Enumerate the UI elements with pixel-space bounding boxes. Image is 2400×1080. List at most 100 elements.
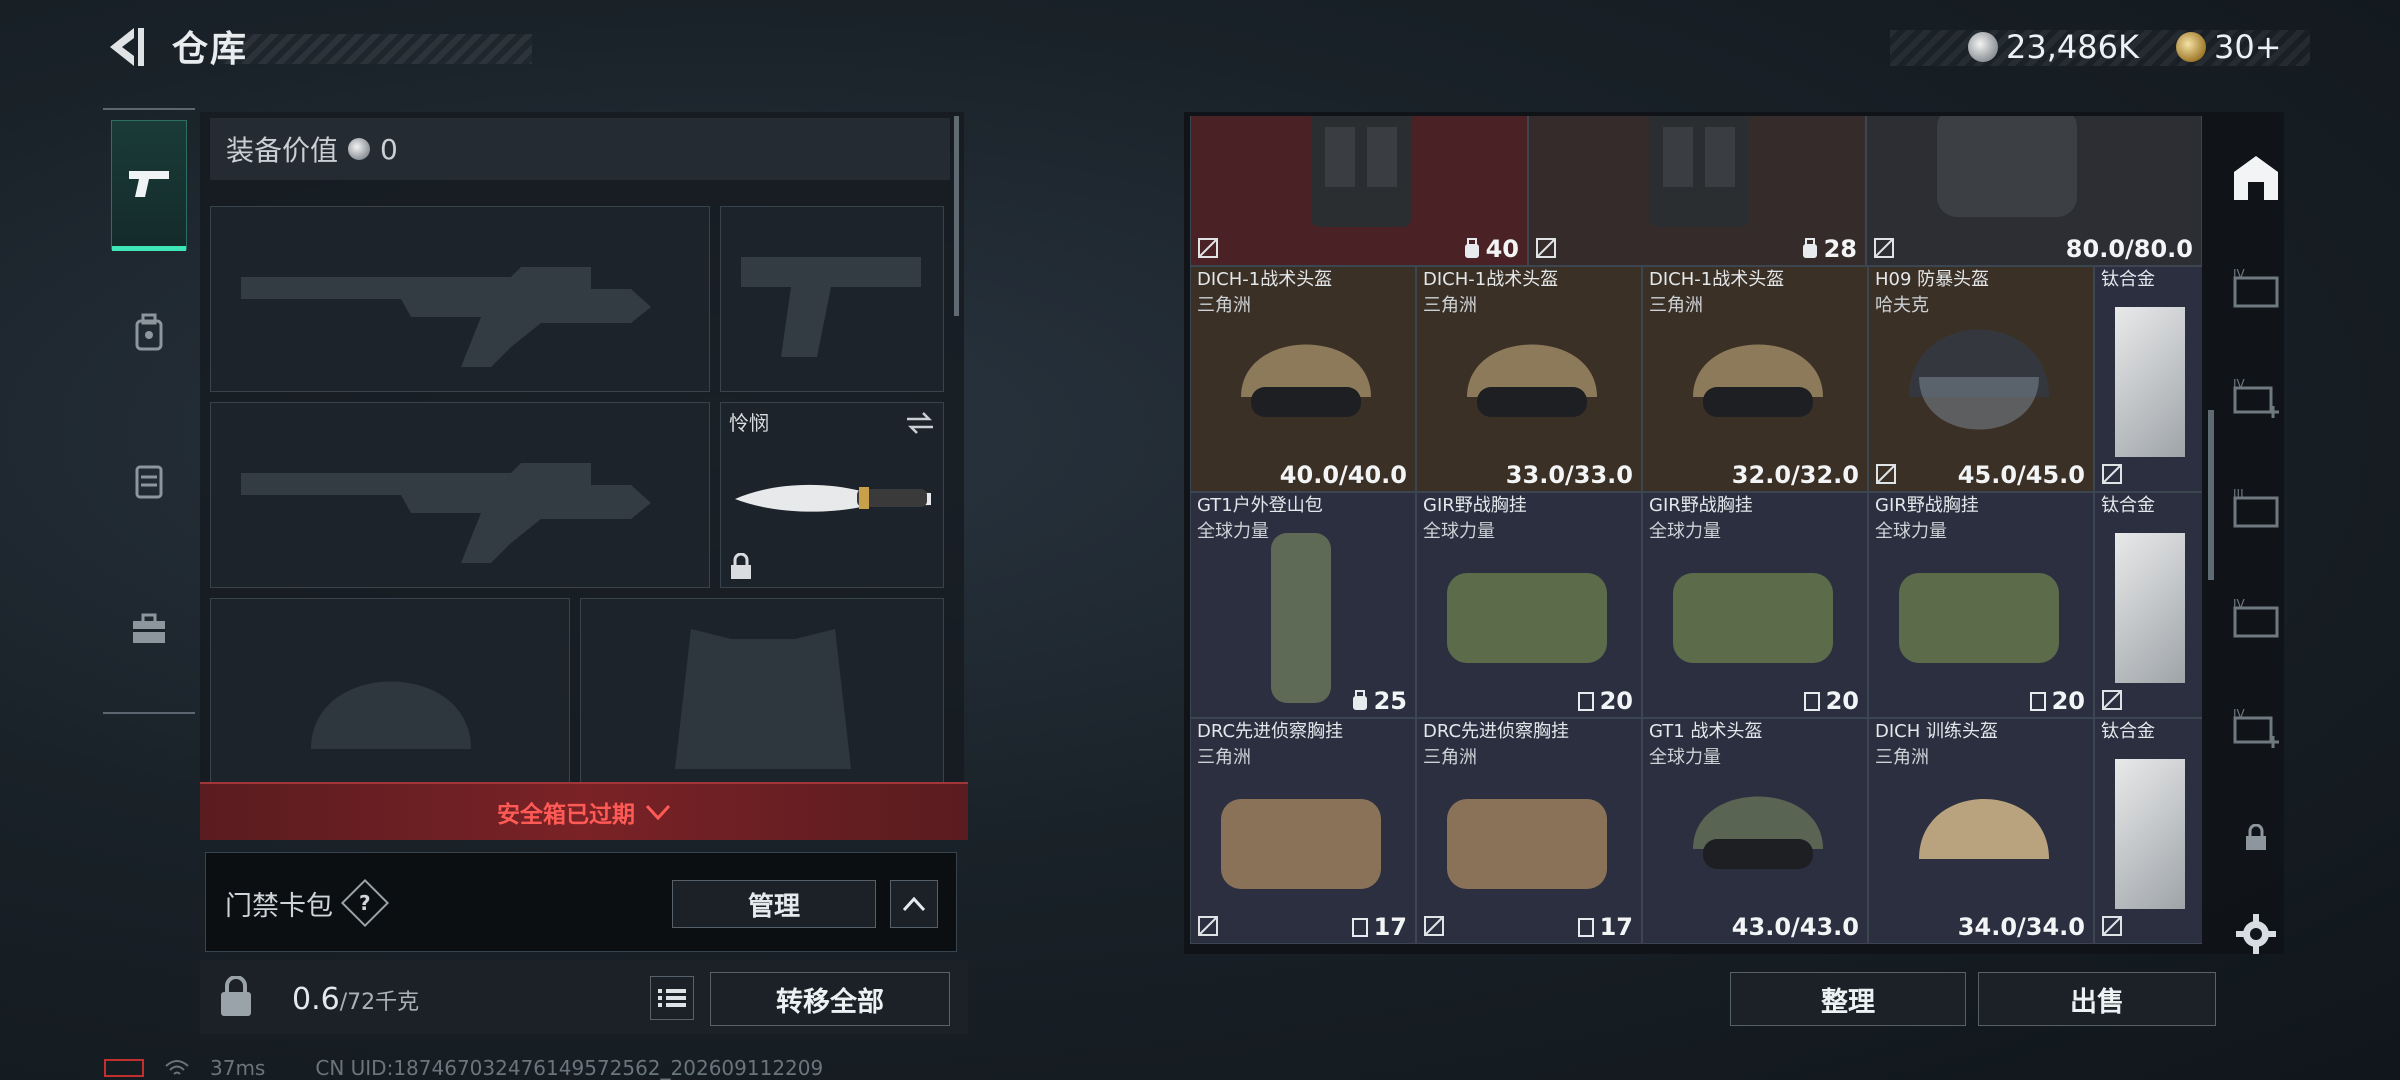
rail-vest-tab[interactable] — [111, 416, 187, 546]
item-value: 20 — [1576, 687, 1633, 715]
rail-folder-iv-1[interactable]: IV — [2228, 260, 2284, 316]
item-value: 80.0/80.0 — [2065, 235, 2193, 263]
storage-item[interactable]: H09 防暴头盔 哈夫克 45.0/45.0 — [1868, 266, 2094, 492]
rifle-silhouette-icon — [241, 463, 651, 563]
storage-item[interactable]: 钛合金 — [2094, 718, 2202, 944]
vest-icon — [135, 465, 163, 499]
equipment-scrollbar[interactable] — [954, 116, 959, 316]
ping-readout: 37ms — [210, 1056, 266, 1080]
folder-icon: IV — [2233, 598, 2279, 638]
vest-item-icon — [1649, 116, 1749, 227]
item-value: 17 — [1350, 913, 1407, 941]
item-value: 45.0/45.0 — [1957, 461, 2085, 489]
storage-item[interactable]: DICH-1战术头盔 三角洲 32.0/32.0 — [1642, 266, 1868, 492]
vest-capacity-icon — [2029, 692, 2046, 711]
secondary-weapon-slot[interactable] — [210, 402, 710, 588]
no-insure-icon — [1874, 238, 1894, 258]
helmet-item-icon — [1467, 344, 1597, 417]
armor-slot[interactable] — [580, 598, 944, 784]
list-icon — [658, 989, 686, 1007]
silver-currency[interactable]: 23,486K — [1968, 28, 2139, 66]
rig-item-icon — [1673, 573, 1833, 663]
safebox-expired-text: 安全箱已过期 — [497, 802, 635, 828]
helmet-item-icon — [1241, 344, 1371, 417]
manage-button[interactable]: 管理 — [672, 880, 876, 928]
melee-name: 怜悯 — [729, 411, 769, 435]
swap-icon[interactable] — [905, 411, 935, 435]
svg-text:IV: IV — [2233, 708, 2246, 721]
item-value: 28 — [1800, 235, 1857, 263]
storage-item[interactable]: 钛合金 — [2094, 492, 2202, 718]
rail-folder-iii[interactable]: III — [2228, 480, 2284, 536]
storage-item[interactable]: 80.0/80.0 — [1866, 116, 2202, 266]
status-bar: 37ms CN UID:187467032476149572562_202609… — [104, 1056, 823, 1080]
rail-weapons-tab[interactable] — [111, 120, 187, 251]
storage-item[interactable]: GT1 战术头盔 全球力量 43.0/43.0 — [1642, 718, 1868, 944]
storage-item[interactable]: GIR野战胸挂 全球力量 20 — [1868, 492, 2094, 718]
sell-button[interactable]: 出售 — [1978, 972, 2216, 1026]
rail-all-storage[interactable] — [2228, 150, 2284, 206]
rail-case-tab[interactable] — [111, 564, 187, 694]
item-value: 20 — [1802, 687, 1859, 715]
wifi-icon — [165, 1060, 189, 1075]
sidearm-slot[interactable] — [720, 206, 944, 392]
rig-item-icon — [1447, 799, 1607, 889]
backpack-capacity-icon — [1352, 690, 1367, 710]
chevron-down-icon — [645, 804, 671, 821]
storage-rail: IV IV III IV IV — [2218, 130, 2294, 970]
primary-weapon-slot[interactable] — [210, 206, 710, 392]
titanium-plate-icon — [2115, 307, 2185, 457]
keycard-pack-label: 门禁卡包 — [225, 891, 333, 922]
gold-coin-icon — [2176, 32, 2206, 62]
folder-add-icon: IV — [2233, 378, 2279, 418]
backpack-capacity-icon — [1464, 238, 1479, 258]
svg-text:IV: IV — [2233, 268, 2246, 281]
storage-scrollbar[interactable] — [2208, 410, 2214, 580]
gold-amount: 30+ — [2214, 28, 2282, 66]
storage-item[interactable]: DRC先进侦察胸挂 三角洲 17 — [1416, 718, 1642, 944]
rail-lock[interactable] — [2228, 810, 2284, 866]
no-insure-icon — [2102, 464, 2122, 484]
vest-item-icon — [1311, 116, 1411, 227]
weight-max: /72千克 — [339, 990, 420, 1015]
rail-add-iv-1[interactable]: IV — [2228, 370, 2284, 426]
warehouse-icon — [2234, 156, 2278, 200]
storage-item[interactable]: 28 — [1528, 116, 1866, 266]
storage-item[interactable]: 钛合金 — [2094, 266, 2202, 492]
gold-currency[interactable]: 30+ — [2176, 28, 2282, 66]
transfer-all-button[interactable]: 转移全部 — [710, 972, 950, 1026]
storage-item[interactable]: DICH-1战术头盔 三角洲 33.0/33.0 — [1416, 266, 1642, 492]
helmet-item-icon — [1693, 344, 1823, 417]
back-button[interactable] — [100, 22, 150, 72]
storage-item[interactable]: GT1户外登山包 全球力量 25 — [1190, 492, 1416, 718]
briefcase-icon — [133, 613, 165, 643]
helmet-item-icon — [1693, 796, 1823, 869]
titanium-plate-icon — [2115, 759, 2185, 909]
melee-slot[interactable]: 怜悯 — [720, 402, 944, 588]
storage-item[interactable]: GIR野战胸挂 全球力量 20 — [1416, 492, 1642, 718]
item-value: 34.0/34.0 — [1957, 913, 2085, 941]
storage-item[interactable]: DICH 训练头盔 三角洲 34.0/34.0 — [1868, 718, 2094, 944]
collapse-button[interactable] — [890, 880, 938, 928]
storage-item[interactable]: DICH-1战术头盔 三角洲 40.0/40.0 — [1190, 266, 1416, 492]
settings-button[interactable] — [2228, 906, 2284, 962]
safebox-expired-banner[interactable]: 安全箱已过期 — [200, 782, 968, 840]
rail-add-iv-2[interactable]: IV — [2228, 700, 2284, 756]
rifle-silhouette-icon — [241, 267, 651, 367]
storage-item[interactable]: DRC先进侦察胸挂 三角洲 17 — [1190, 718, 1416, 944]
rig-item-icon — [1221, 799, 1381, 889]
weight-current: 0.6 — [292, 982, 340, 1017]
storage-item[interactable]: GIR野战胸挂 全球力量 20 — [1642, 492, 1868, 718]
storage-grid: 40 28 80.0/80.0 DICH-1战术头盔 三角洲 40.0/40.0… — [1190, 116, 2202, 946]
vest-capacity-icon — [1351, 918, 1368, 937]
helmet-silhouette-icon — [311, 681, 471, 749]
list-view-button[interactable] — [650, 976, 694, 1020]
lock-icon — [731, 553, 751, 579]
rail-folder-iv-2[interactable]: IV — [2228, 590, 2284, 646]
storage-item[interactable]: 40 — [1190, 116, 1528, 266]
item-value: 17 — [1576, 913, 1633, 941]
vest-silhouette-icon — [675, 629, 851, 769]
helmet-slot[interactable] — [210, 598, 570, 784]
sort-button[interactable]: 整理 — [1730, 972, 1966, 1026]
rail-backpack-tab[interactable] — [111, 268, 187, 398]
